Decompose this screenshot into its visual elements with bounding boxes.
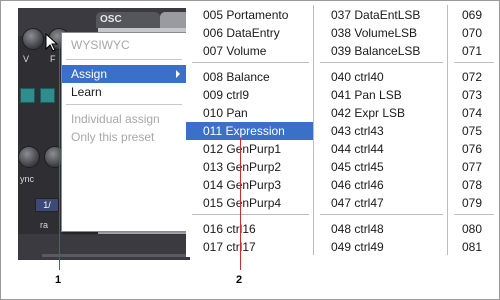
- submenu-item[interactable]: 074: [448, 104, 498, 122]
- submenu-item[interactable]: 071: [448, 42, 498, 60]
- submenu-item[interactable]: 078: [448, 176, 498, 194]
- teal-button[interactable]: [20, 88, 35, 103]
- submenu-item[interactable]: 047 ctrl47: [314, 194, 447, 212]
- submenu-item[interactable]: 007 Volume: [186, 42, 313, 60]
- submenu-item[interactable]: 013 GenPurp2: [186, 158, 313, 176]
- submenu-item[interactable]: 040 ctrl40: [314, 68, 447, 86]
- submenu-item[interactable]: 042 Expr LSB: [314, 104, 447, 122]
- submenu-arrow-icon: [176, 70, 180, 78]
- submenu-item[interactable]: 070: [448, 24, 498, 42]
- value-box[interactable]: 1/: [35, 198, 59, 212]
- submenu-item[interactable]: 073: [448, 86, 498, 104]
- submenu-item[interactable]: 049 ctrl49: [314, 238, 447, 256]
- submenu-item[interactable]: 048 ctrl48: [314, 220, 447, 238]
- submenu-item[interactable]: 081: [448, 238, 498, 256]
- submenu-separator: [320, 214, 443, 215]
- submenu-item[interactable]: 006 DataEntry: [186, 24, 313, 42]
- submenu-item[interactable]: 075: [448, 122, 498, 140]
- submenu-item[interactable]: 044 ctrl44: [314, 140, 447, 158]
- callout-number-1: 1: [55, 274, 62, 286]
- menu-separator: [66, 59, 182, 60]
- submenu-separator: [192, 62, 309, 63]
- knob[interactable]: [22, 28, 44, 50]
- menu-item-individual-assign[interactable]: Individual assign: [62, 110, 186, 128]
- teal-button[interactable]: [40, 88, 55, 103]
- menu-item-learn[interactable]: Learn: [62, 83, 186, 101]
- context-menu: WYSIWYC Assign Learn Individual assign O…: [61, 32, 187, 232]
- submenu-item[interactable]: 009 ctrl9: [186, 86, 313, 104]
- menu-item-label: Learn: [71, 85, 102, 99]
- submenu-item[interactable]: 079: [448, 194, 498, 212]
- submenu-item[interactable]: 005 Portamento: [186, 6, 313, 24]
- submenu-item[interactable]: 012 GenPurp1: [186, 140, 313, 158]
- callout-number-2: 2: [236, 274, 243, 286]
- mouse-cursor-icon: [45, 33, 59, 52]
- submenu-item[interactable]: 017 ctrl17: [186, 238, 313, 256]
- submenu-item[interactable]: 011 Expression: [186, 122, 313, 140]
- menu-item-label: Assign: [71, 67, 108, 81]
- submenu-column: 037 DataEntLSB 038 VolumeLSB 039 BalanceLS…: [314, 1, 447, 257]
- osc-tab[interactable]: OSC: [96, 12, 160, 28]
- submenu-column: 069 070 071 072 073 074 075 076 077 078 079 080 081: [448, 1, 498, 257]
- submenu-item[interactable]: 039 BalanceLSB: [314, 42, 447, 60]
- submenu-column: 005 Portamento 006 DataEntry 007 Volume 008…: [186, 1, 313, 257]
- submenu-separator: [192, 214, 309, 215]
- submenu-item[interactable]: 069: [448, 6, 498, 24]
- synth-bottom-line: [42, 254, 190, 257]
- menu-item-assign[interactable]: Assign: [62, 65, 186, 83]
- submenu-item[interactable]: 010 Pan: [186, 104, 313, 122]
- synth-label: F: [50, 54, 56, 64]
- submenu-item[interactable]: 015 GenPurp4: [186, 194, 313, 212]
- submenu-item[interactable]: 077: [448, 158, 498, 176]
- synth-label: V: [23, 54, 30, 64]
- submenu-separator: [320, 62, 443, 63]
- submenu-item[interactable]: 014 GenPurp3: [186, 176, 313, 194]
- submenu-item[interactable]: 038 VolumeLSB: [314, 24, 447, 42]
- submenu-item[interactable]: 043 ctrl43: [314, 122, 447, 140]
- submenu-item[interactable]: 046 ctrl46: [314, 176, 447, 194]
- submenu-item[interactable]: 041 Pan LSB: [314, 86, 447, 104]
- callout-line-1: [59, 42, 60, 270]
- submenu-item[interactable]: 076: [448, 140, 498, 158]
- submenu-item[interactable]: 045 ctrl45: [314, 158, 447, 176]
- submenu-item[interactable]: 016 ctrl16: [186, 220, 313, 238]
- submenu-item[interactable]: 037 DataEntLSB: [314, 6, 447, 24]
- menu-separator: [66, 104, 182, 105]
- menu-item-only-this-preset[interactable]: Only this preset: [62, 128, 186, 146]
- submenu-separator: [454, 214, 494, 215]
- synth-label: ync: [20, 174, 35, 184]
- submenu-separator: [454, 62, 494, 63]
- submenu-item[interactable]: 080: [448, 220, 498, 238]
- assign-submenu: 005 Portamento 006 DataEntry 007 Volume 008…: [186, 1, 498, 257]
- submenu-item[interactable]: 008 Balance: [186, 68, 313, 86]
- synth-label: ra: [40, 220, 49, 230]
- knob[interactable]: [18, 146, 40, 168]
- callout-line-2: [240, 138, 241, 270]
- submenu-item[interactable]: 072: [448, 68, 498, 86]
- menu-item-wysiwyc[interactable]: WYSIWYC: [62, 36, 186, 54]
